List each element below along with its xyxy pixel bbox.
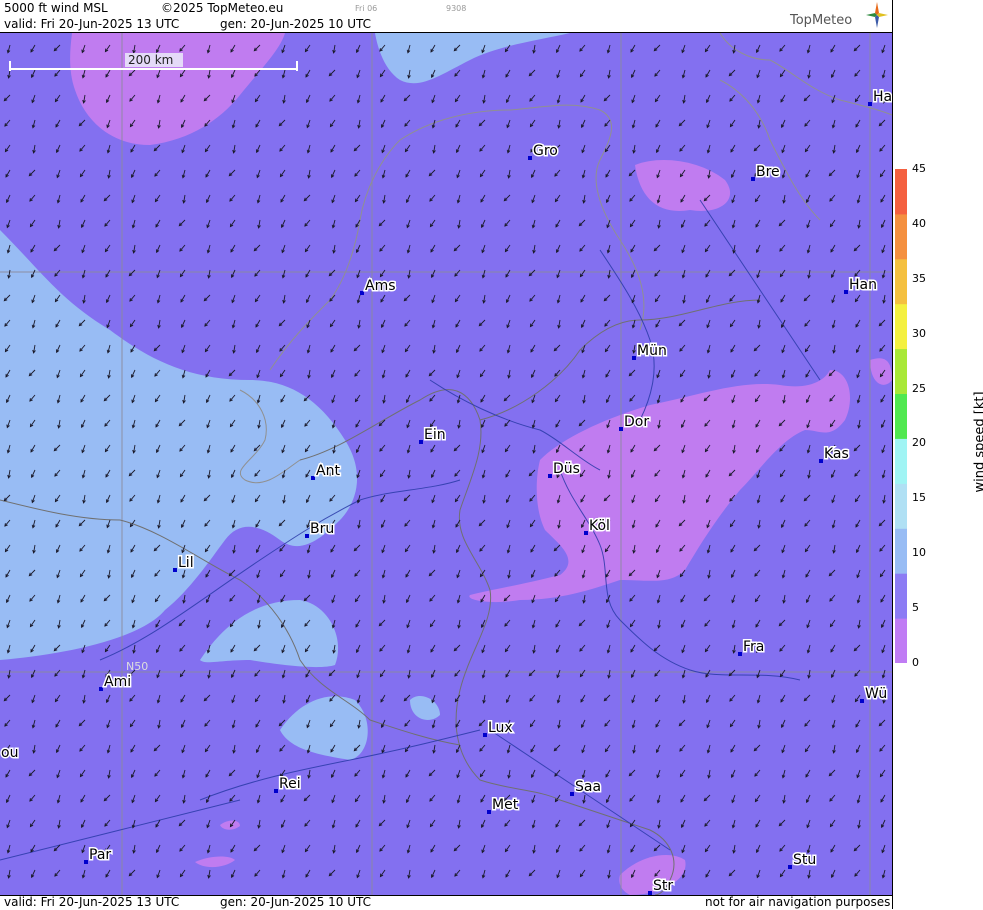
city-marker xyxy=(751,177,755,181)
city-label: Lil xyxy=(178,555,194,571)
latitude-label: N50 xyxy=(126,660,148,673)
city-marker xyxy=(788,865,792,869)
colorbar-segment xyxy=(895,394,907,439)
colorbar-tick-label: 15 xyxy=(912,492,942,503)
city-label: Kas xyxy=(824,446,849,462)
city-label: Str xyxy=(653,878,673,894)
city-label: Wü xyxy=(865,686,887,702)
light-blue-field-south xyxy=(200,600,338,667)
small-code: 9308 xyxy=(446,4,466,13)
wind-speed-fields xyxy=(0,33,892,895)
city-marker xyxy=(274,789,278,793)
city-marker xyxy=(548,474,552,478)
city-marker xyxy=(584,531,588,535)
city-marker xyxy=(84,860,88,864)
city-marker xyxy=(305,534,309,538)
wind-map[interactable]: 200 km N50 Ha Gro Bre Ams Han Mün Dor Ein Kas Düs… xyxy=(0,33,892,895)
purple-field-bremen xyxy=(635,160,730,211)
city-label: Gro xyxy=(533,143,558,159)
city-marker xyxy=(483,733,487,737)
colorbar-segment xyxy=(895,349,907,394)
colorbar-tick-label: 30 xyxy=(912,328,942,339)
city-label: Ant xyxy=(316,463,340,479)
city-label: Ams xyxy=(365,278,396,294)
light-blue-field-lux xyxy=(410,696,440,720)
colorbar-tick-label: 10 xyxy=(912,547,942,558)
city-label: Lux xyxy=(488,720,513,736)
city-marker xyxy=(311,476,315,480)
city-marker xyxy=(819,459,823,463)
purple-field-kassel xyxy=(870,358,892,385)
small-tag: Fri 06 xyxy=(355,4,377,13)
city-label: Stu xyxy=(793,852,816,868)
city-marker xyxy=(360,291,364,295)
colorbar-tick-label: 35 xyxy=(912,273,942,284)
colorbar-segment xyxy=(895,483,907,528)
disclaimer: not for air navigation purposes xyxy=(705,896,890,909)
colorbar-tick-label: 40 xyxy=(912,218,942,229)
colorbar-tick-label: 5 xyxy=(912,602,942,613)
purple-field-paris-small xyxy=(195,856,235,867)
city-marker xyxy=(860,699,864,703)
topmeteo-logo: TopMeteo xyxy=(790,2,888,30)
city-marker xyxy=(419,440,423,444)
colorbar-tick-label: 0 xyxy=(912,657,942,668)
city-label: Par xyxy=(89,847,111,863)
city-label: Düs xyxy=(553,461,580,477)
product-title: 5000 ft wind MSL xyxy=(4,1,108,15)
colorbar-segment xyxy=(895,214,907,259)
colorbar-title: wind speed [kt] xyxy=(973,393,983,493)
colorbar-segment xyxy=(895,573,907,618)
colorbar-segment xyxy=(895,259,907,304)
scale-bar-label: 200 km xyxy=(128,53,173,67)
colorbar-tick-label: 45 xyxy=(912,163,942,174)
footer-generated-time: gen: 20-Jun-2025 10 UTC xyxy=(220,896,371,909)
city-label: Köl xyxy=(589,518,610,534)
city-label: Fra xyxy=(743,639,764,655)
city-label: Saa xyxy=(575,779,601,795)
city-label: Ha xyxy=(873,89,892,105)
compass-icon xyxy=(866,2,888,28)
colorbar-segment xyxy=(895,304,907,349)
city-marker xyxy=(528,156,532,160)
purple-field-northwest xyxy=(70,33,285,145)
purple-field-small xyxy=(220,821,240,830)
header-bar: 5000 ft wind MSL ©2025 TopMeteo.eu Fri 0… xyxy=(0,0,892,33)
colorbar-tick-label: 20 xyxy=(912,437,942,448)
city-label: ou xyxy=(1,745,18,761)
city-label: Mün xyxy=(637,343,667,359)
city-marker xyxy=(570,792,574,796)
colorbar-segment xyxy=(895,618,907,663)
purple-field-ruhr xyxy=(469,370,850,602)
city-label: Bre xyxy=(756,164,780,180)
colorbar-segment xyxy=(895,528,907,573)
wind-speed-colorbar xyxy=(895,169,907,663)
city-label: Ami xyxy=(104,674,131,690)
colorbar-segment xyxy=(895,169,907,214)
city-marker xyxy=(173,568,177,572)
colorbar-tick-label: 25 xyxy=(912,383,942,394)
city-marker xyxy=(619,427,623,431)
valid-time: valid: Fri 20-Jun-2025 13 UTC xyxy=(4,17,179,31)
city-marker xyxy=(632,356,636,360)
city-label: Bru xyxy=(310,521,334,537)
city-marker xyxy=(738,652,742,656)
city-label: Han xyxy=(849,277,877,293)
city-label: Rei xyxy=(279,776,301,792)
city-label: Ein xyxy=(424,427,446,443)
city-label: Dor xyxy=(624,414,649,430)
city-marker xyxy=(868,102,872,106)
generated-time: gen: 20-Jun-2025 10 UTC xyxy=(220,17,371,31)
city-marker xyxy=(844,290,848,294)
city-marker xyxy=(487,810,491,814)
colorbar-segment xyxy=(895,439,907,484)
city-marker xyxy=(99,687,103,691)
light-blue-field-west xyxy=(0,230,357,660)
footer-valid-time: valid: Fri 20-Jun-2025 13 UTC xyxy=(4,896,179,909)
footer-bar: valid: Fri 20-Jun-2025 13 UTC gen: 20-Ju… xyxy=(0,895,892,910)
light-blue-field-north xyxy=(375,33,570,83)
city-label: Met xyxy=(492,797,519,813)
copyright: ©2025 TopMeteo.eu xyxy=(161,1,283,15)
